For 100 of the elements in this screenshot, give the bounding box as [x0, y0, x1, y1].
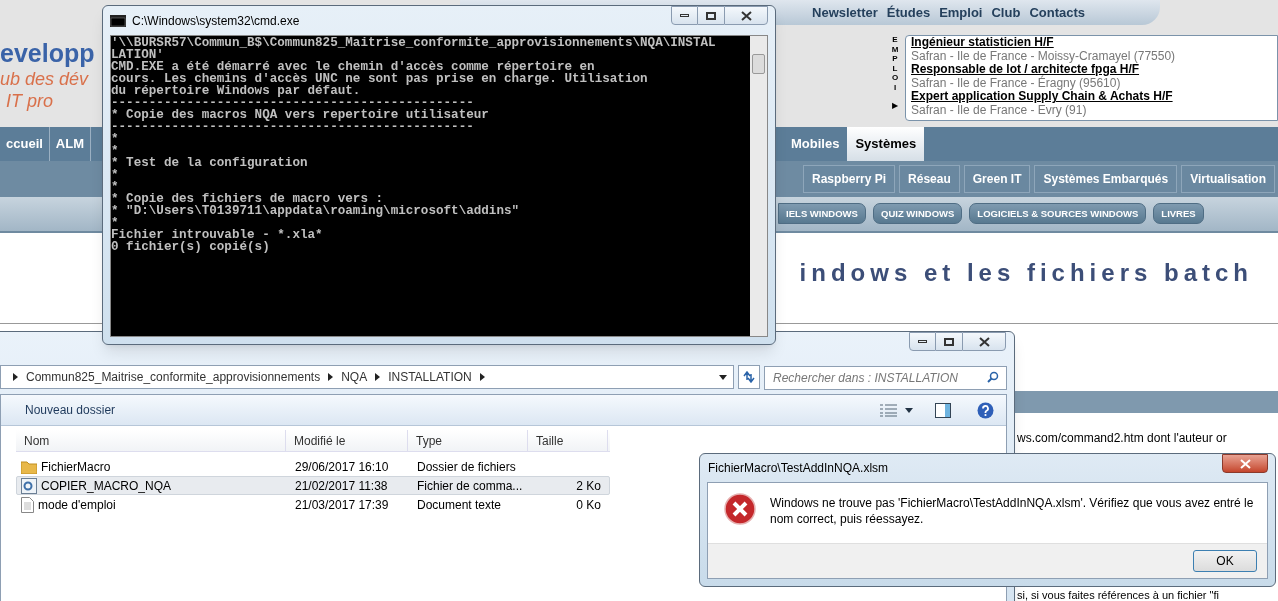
search-field[interactable]: Rechercher dans : INSTALLATION	[764, 365, 1007, 390]
sub-menu-link[interactable]: Raspberry Pi	[803, 164, 896, 193]
preview-pane-icon[interactable]	[935, 402, 951, 418]
close-button[interactable]	[962, 332, 1006, 351]
jobs-label: EMPLOI	[891, 35, 899, 92]
console-line: * Copie des macros NQA vers repertoire utilisateur	[111, 109, 490, 121]
site-logo[interactable]: evelopp	[0, 38, 95, 68]
file-row[interactable]: mode d'emploi 21/03/2017 17:39 Document texte 0 Ko	[16, 495, 610, 514]
window-title: C:\Windows\system32\cmd.exe	[132, 12, 300, 30]
error-message: Windows ne trouve pas 'FichierMacro\TestAddInNQA.xlsm'. Vérifiez que vous avez entré le nom correct, puis réessayez.	[770, 495, 1255, 527]
minimize-button[interactable]	[909, 332, 936, 351]
breadcrumb-link[interactable]: Commun825_Maitrise_conformite_approvisionnements	[26, 368, 321, 386]
console-icon	[110, 14, 126, 27]
refresh-icon	[742, 371, 756, 383]
console-line: *	[111, 145, 120, 157]
column-header[interactable]: Modifié le	[286, 430, 408, 452]
document-icon	[21, 496, 34, 513]
breadcrumb-link[interactable]: NQA	[341, 368, 368, 386]
refresh-button[interactable]	[738, 365, 760, 389]
job-location: Safran - Ile de France - Evry (91)	[911, 103, 1088, 117]
console-line: * "D:\Users\T0139711\appdata\roaming\microsoft\addins"	[111, 205, 521, 217]
search-icon	[987, 370, 999, 383]
menu-tab[interactable]: ALM	[49, 126, 92, 161]
top-nav-link[interactable]: Newsletter	[812, 2, 878, 23]
console-line: * Copie des fichiers de macro vers :	[111, 193, 384, 205]
ok-button[interactable]: OK	[1193, 550, 1257, 572]
help-icon[interactable]	[977, 401, 994, 419]
body-text: si, si vous faites références à un fichier "fi	[1017, 590, 1219, 601]
console-line: *	[111, 181, 120, 193]
dialog-title: FichierMacro\TestAddInNQA.xlsm	[707, 460, 889, 477]
column-header[interactable]: Taille	[528, 430, 608, 452]
size-cell-text: 2 Ko	[576, 477, 601, 495]
section-button[interactable]: LOGICIELS & SOURCES WINDOWS	[969, 203, 1147, 225]
menu-tab[interactable]: Systèmes	[847, 126, 925, 161]
close-icon	[740, 10, 752, 21]
type-cell-text: Dossier de fichiers	[416, 458, 517, 476]
console-line: ------------------------------------------------	[111, 97, 474, 109]
size-cell-text: 0 Ko	[576, 496, 601, 514]
new-folder-button[interactable]: Nouveau dossier	[25, 401, 116, 419]
section-button[interactable]: LIVRES	[1153, 203, 1204, 225]
column-header[interactable]: Nom	[16, 430, 286, 452]
type-cell-text: Fichier de comma...	[416, 477, 524, 495]
close-button[interactable]	[1222, 454, 1268, 473]
next-arrow[interactable]: ▶	[892, 100, 898, 112]
section-button[interactable]: IELS WINDOWS	[778, 203, 866, 225]
close-icon	[978, 336, 990, 347]
file-name: mode d'emploi	[38, 496, 116, 514]
page-heading: indows et les fichiers batch	[799, 258, 1253, 289]
close-button[interactable]	[724, 6, 768, 25]
top-nav-link[interactable]: Club	[991, 2, 1021, 23]
sub-menu-link[interactable]: Green IT	[963, 164, 1031, 193]
error-icon	[724, 493, 756, 525]
file-row[interactable]: FichierMacro 29/06/2017 16:10 Dossier de fichiers	[16, 457, 610, 476]
chevron-icon	[13, 373, 18, 381]
file-row[interactable]: COPIER_MACRO_NQA 21/02/2017 11:38 Fichier de comma... 2 Ko	[16, 476, 610, 495]
site-tagline: IT pro	[5, 90, 53, 112]
top-nav-link[interactable]: Contacts	[1029, 2, 1085, 23]
breadcrumb-link[interactable]: INSTALLATION	[388, 368, 472, 386]
file-name: FichierMacro	[41, 458, 111, 476]
job-title-link[interactable]: Expert application Supply Chain & Achats H/F	[911, 90, 1277, 104]
console-line: '\\BURSR57\Commun_B$\Commun825_Maitrise_conformite_approvisionnements\NQA\INSTAL	[111, 37, 717, 49]
console-line: Fichier introuvable - *.xla*	[111, 229, 324, 241]
sub-menu-link[interactable]: Réseau	[899, 164, 960, 193]
console-line: du répertoire Windows par défaut.	[111, 85, 362, 97]
date-cell-text: 29/06/2017 16:10	[294, 458, 390, 476]
console-line: CMD.EXE a été démarré avec le chemin d'accès comme répertoire en	[111, 61, 595, 73]
chevron-icon	[328, 373, 334, 381]
top-nav-link[interactable]: Études	[886, 2, 931, 23]
scrollbar[interactable]	[750, 36, 767, 336]
file-name: COPIER_MACRO_NQA	[41, 477, 172, 495]
console-line: ------------------------------------------------	[111, 121, 475, 133]
section-button[interactable]: QUIZ WINDOWS	[873, 203, 963, 225]
job-location: Safran - Ile de France - Éragny (95610)	[911, 76, 1122, 90]
chevron-icon	[375, 373, 381, 381]
folder-icon	[21, 459, 37, 474]
console-line: LATION'	[111, 49, 164, 61]
console-line: cours. Les chemins d'accès UNC ne sont pas prise en charge. Utilisation	[111, 73, 649, 85]
column-header[interactable]: Type	[408, 430, 528, 452]
console-line: * Test de la configuration	[111, 157, 309, 169]
top-nav-link[interactable]: Emploi	[939, 2, 983, 23]
console-line: *	[111, 217, 119, 229]
console-line: *	[111, 169, 120, 181]
body-text: ws.com/command2.htm dont l'auteur or	[1017, 431, 1227, 445]
menu-tab[interactable]: Mobiles	[783, 126, 848, 161]
maximize-button[interactable]	[698, 6, 724, 25]
close-icon	[1239, 458, 1251, 469]
sub-menu-link[interactable]: Systèmes Embarqués	[1034, 164, 1178, 193]
caret-icon[interactable]	[905, 407, 913, 413]
date-cell-text: 21/02/2017 11:38	[294, 477, 389, 495]
console-line: *	[111, 133, 120, 145]
sub-menu-link[interactable]: Virtualisation	[1181, 164, 1275, 193]
minimize-button[interactable]	[671, 6, 698, 25]
menu-tab[interactable]: ccueil	[0, 126, 50, 161]
job-location: Safran - Ile de France - Moissy-Cramayel (77550)	[911, 49, 1177, 63]
type-cell-text: Document texte	[416, 496, 503, 514]
address-bar[interactable]: Commun825_Maitrise_conformite_approvisionnements NQA INSTALLATION	[0, 365, 734, 389]
job-title-link[interactable]: Ingénieur statisticien H/F	[911, 36, 1277, 50]
maximize-button[interactable]	[936, 332, 962, 351]
dropdown-icon[interactable]	[719, 374, 727, 380]
site-tagline: ub des dév	[0, 68, 89, 90]
